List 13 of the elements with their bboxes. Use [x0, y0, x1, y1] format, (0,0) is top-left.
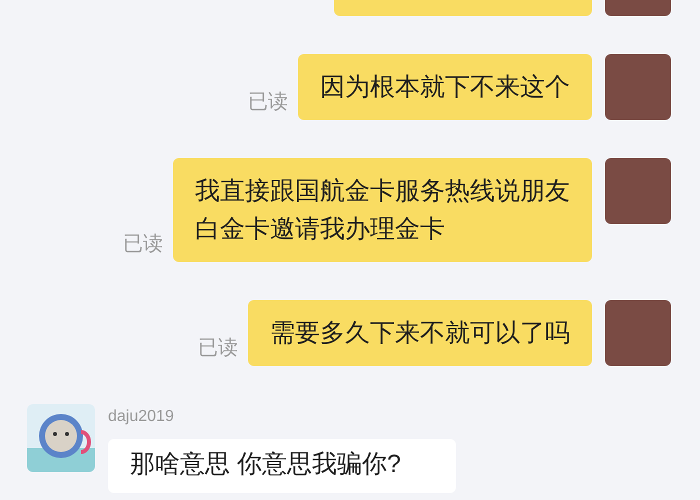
message-text: 白金卡邀请我办理金卡: [195, 214, 446, 245]
avatar-icon[interactable]: [27, 404, 95, 472]
read-status: 已读: [123, 232, 163, 256]
message-text: 那啥意思 你意思我骗你?: [130, 449, 402, 479]
sender-name: daju2019: [108, 407, 175, 427]
message-text: 需要多久下来不就可以了吗: [270, 318, 570, 349]
avatar-photo-placeholder[interactable]: [605, 158, 671, 224]
message-text: 因为根本就下不来这个: [320, 72, 570, 103]
avatar-photo-placeholder[interactable]: [605, 54, 671, 120]
read-status: 已读: [198, 336, 238, 360]
avatar-photo-placeholder[interactable]: [605, 300, 671, 366]
read-status: 已读: [248, 90, 288, 114]
message-text: 我直接跟国航金卡服务热线说朋友: [195, 176, 570, 207]
